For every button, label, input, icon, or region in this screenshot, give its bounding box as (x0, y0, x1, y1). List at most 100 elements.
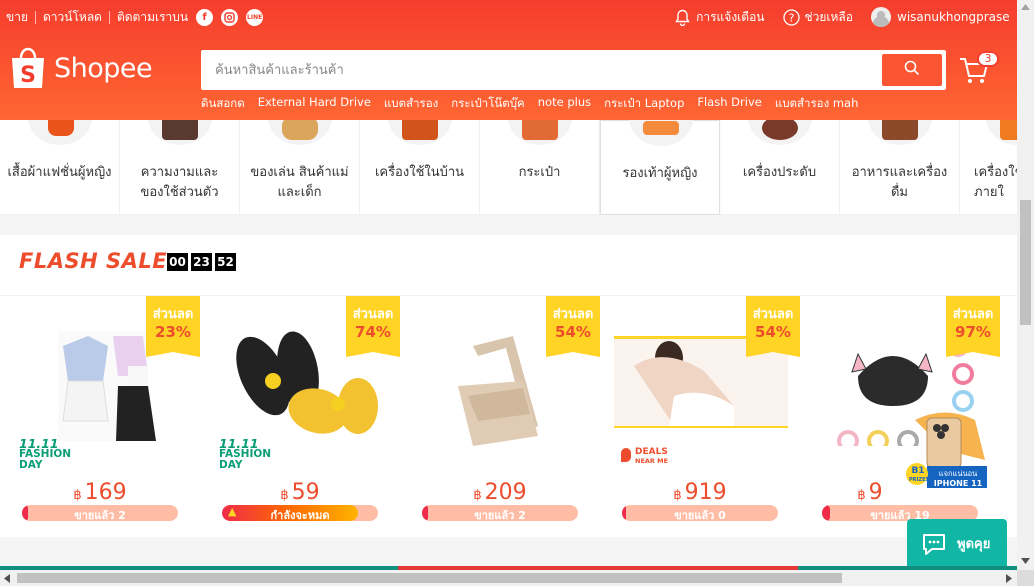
scrollbar-corner (1017, 570, 1034, 586)
follow-us-label: ติดตามเราบน (116, 10, 189, 24)
horizontal-scrollbar-thumb[interactable] (17, 573, 842, 583)
scroll-left-arrow-icon[interactable] (4, 574, 10, 583)
price-value: 209 (484, 480, 527, 505)
discount-badge: ส่วนลด 54% (746, 296, 800, 357)
product-card[interactable]: ส่วนลด 23% 11.11 FASHION DAY ฿ 169 ขายแล้… (0, 296, 200, 536)
promo-chip-line: B1 (911, 466, 925, 476)
price-value: 169 (84, 480, 127, 505)
category-item[interactable]: เครื่องประดับ (720, 120, 840, 215)
discount-value: 23% (155, 323, 191, 341)
divider (108, 11, 110, 24)
shopee-logo[interactable]: S Shopee (8, 46, 153, 90)
fashion-day-tag: 11.11 FASHION DAY (219, 437, 271, 471)
search-button[interactable] (882, 54, 942, 86)
category-item[interactable]: รองเท้าผู้หญิง (600, 120, 720, 215)
notifications-link[interactable]: การแจ้งเตือน (674, 8, 765, 27)
hotword-item[interactable]: Flash Drive (697, 95, 761, 113)
top-bar: ขาย ดาวน์โหลด ติดตามเราบน f LINE การแจ้ง… (0, 0, 1017, 34)
hotword-item[interactable]: note plus (538, 95, 591, 113)
discount-badge: ส่วนลด 74% (346, 296, 400, 357)
tag-line: NEAR ME (635, 457, 669, 465)
hotword-item[interactable]: ดินสอกด (201, 95, 245, 113)
category-item[interactable]: เสื้อผ้าแฟชั่นผู้หญิง (0, 120, 120, 215)
price-value: 59 (291, 480, 320, 505)
deals-near-me-tag: DEALS NEAR ME (621, 447, 669, 466)
line-icon[interactable]: LINE (246, 9, 264, 26)
discount-badge: ส่วนลด 97% (946, 296, 1000, 357)
product-price: ฿ 169 (0, 480, 200, 505)
tag-line: DAY (19, 459, 43, 471)
chat-label: พูดคุย (957, 537, 991, 552)
category-image (268, 120, 332, 145)
timer-hours: 00 (167, 253, 188, 271)
category-label: กระเป๋า (518, 165, 561, 180)
facebook-icon[interactable]: f (196, 9, 214, 26)
promo-text: แจกแน่นอน IPHONE 11 (929, 469, 987, 489)
category-grid: เสื้อผ้าแฟชั่นผู้หญิง ความงามและของใช้ส่… (0, 120, 1017, 215)
discount-badge: ส่วนลด 23% (146, 296, 200, 357)
fashion-day-tag: 11.11 FASHION DAY (19, 437, 71, 471)
category-item[interactable]: อาหารและเครื่องดื่ม (840, 120, 960, 215)
username: wisanukhongprasert (897, 10, 1009, 24)
category-label: เครื่องประดับ (742, 165, 817, 180)
chat-icon (921, 532, 947, 556)
discount-label: ส่วนลด (752, 307, 794, 322)
instagram-icon[interactable] (221, 9, 239, 26)
promo-chip: B1 PRIZES (909, 466, 930, 485)
help-link[interactable]: ? ช่วยเหลือ (782, 8, 854, 27)
hotword-item[interactable]: แบตสำรอง mah (775, 95, 859, 113)
hotword-list: ดินสอกด External Hard Drive แบตสำรอง กระ… (201, 95, 871, 113)
category-item[interactable]: กระเป๋า (480, 120, 600, 215)
search-icon (904, 60, 920, 80)
header: ขาย ดาวน์โหลด ติดตามเราบน f LINE การแจ้ง… (0, 0, 1017, 120)
product-card[interactable]: ส่วนลด 54% ฿ 209 ขายแล้ว 2 (400, 296, 600, 536)
discount-value: 54% (555, 323, 591, 341)
help-icon: ? (782, 8, 800, 26)
hotword-item[interactable]: แบตสำรอง (384, 95, 438, 113)
category-item[interactable]: เครื่องใช้ในบ้าน (360, 120, 480, 215)
category-item[interactable]: ความงามและของใช้ส่วนตัว (120, 120, 240, 215)
category-label: ของเล่น สินค้าแม่และเด็ก (250, 165, 349, 200)
product-card[interactable]: ส่วนลด 74% 11.11 FASHION DAY ฿ 59 ▲ กำลัง… (200, 296, 400, 536)
tag-line: DEALS (635, 447, 668, 457)
iphone-promo-banner[interactable]: B1 PRIZES แจกแน่นอน IPHONE 11 (905, 410, 987, 490)
scroll-up-arrow-icon[interactable] (1021, 4, 1030, 10)
download-link[interactable]: ดาวน์โหลด (43, 8, 102, 27)
price-value: 919 (684, 480, 727, 505)
sold-progress-bar: ขายแล้ว 2 (422, 505, 578, 521)
sold-progress-label: กำลังจะหมด (270, 509, 330, 521)
promo-chip-line: PRIZES (909, 477, 930, 483)
sell-link[interactable]: ขาย (6, 8, 28, 27)
vertical-scrollbar-thumb[interactable] (1020, 200, 1031, 325)
category-image (388, 120, 452, 145)
currency-symbol: ฿ (73, 488, 82, 503)
hotword-item[interactable]: กระเป๋าโน๊ตบุ๊ค (451, 95, 525, 113)
product-price: ฿ 209 (400, 480, 600, 505)
discount-label: ส่วนลด (152, 307, 194, 322)
sold-progress-label: ขายแล้ว 2 (474, 509, 526, 521)
scroll-right-arrow-icon[interactable] (1006, 574, 1012, 583)
category-image (28, 120, 92, 145)
currency-symbol: ฿ (473, 488, 482, 503)
horizontal-scrollbar[interactable] (0, 570, 1017, 586)
category-image (748, 120, 812, 145)
category-image (148, 120, 212, 145)
category-item[interactable]: ของเล่น สินค้าแม่และเด็ก (240, 120, 360, 215)
category-label: เครื่องใช้ในบ้าน (374, 165, 465, 180)
hotword-item[interactable]: กระเป๋า Laptop (604, 95, 684, 113)
help-label: ช่วยเหลือ (804, 9, 854, 24)
discount-label: ส่วนลด (352, 307, 394, 322)
category-item[interactable]: เครื่องใช้ภายใ (960, 120, 1017, 215)
vertical-scrollbar[interactable] (1017, 0, 1034, 570)
flash-sale-products: ส่วนลด 23% 11.11 FASHION DAY ฿ 169 ขายแล้… (0, 296, 1017, 536)
search-box (201, 50, 946, 90)
currency-symbol: ฿ (673, 488, 682, 503)
account-menu[interactable]: wisanukhongprasert (871, 7, 1009, 27)
category-image (508, 120, 572, 145)
search-input[interactable] (205, 53, 875, 87)
category-label: อาหารและเครื่องดื่ม (851, 165, 948, 200)
discount-value: 74% (355, 323, 391, 341)
chat-button[interactable]: พูดคุย (907, 519, 1007, 568)
scroll-down-arrow-icon[interactable] (1021, 558, 1030, 564)
hotword-item[interactable]: External Hard Drive (258, 95, 371, 113)
